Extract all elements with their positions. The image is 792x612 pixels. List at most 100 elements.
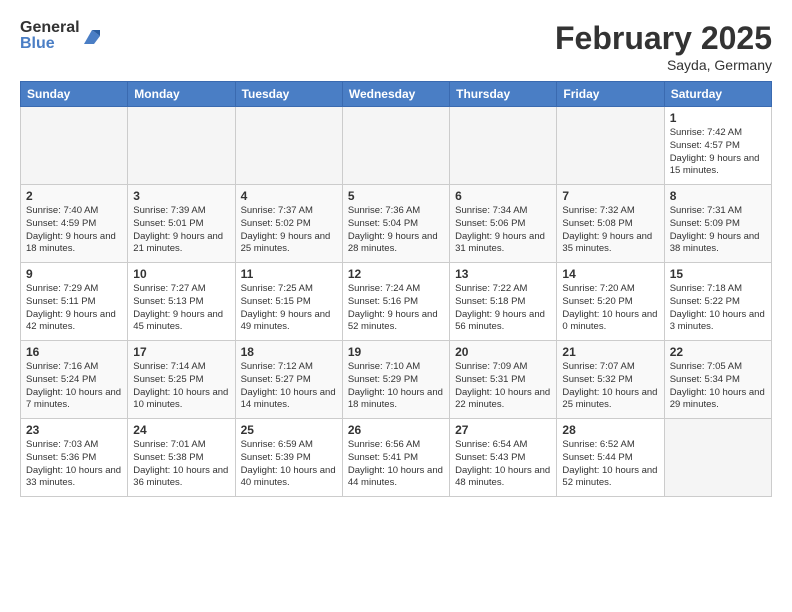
day-number: 6 xyxy=(455,189,551,203)
page: General Blue February 2025 Sayda, German… xyxy=(0,0,792,612)
day-number: 13 xyxy=(455,267,551,281)
calendar-header: SundayMondayTuesdayWednesdayThursdayFrid… xyxy=(21,82,772,107)
day-number: 9 xyxy=(26,267,122,281)
day-number: 23 xyxy=(26,423,122,437)
day-info: Sunrise: 7:25 AM Sunset: 5:15 PM Dayligh… xyxy=(241,283,337,334)
day-info: Sunrise: 7:36 AM Sunset: 5:04 PM Dayligh… xyxy=(348,205,444,256)
day-info: Sunrise: 6:52 AM Sunset: 5:44 PM Dayligh… xyxy=(562,439,658,490)
weekday-header: Wednesday xyxy=(342,82,449,107)
day-info: Sunrise: 7:18 AM Sunset: 5:22 PM Dayligh… xyxy=(670,283,766,334)
day-info: Sunrise: 7:39 AM Sunset: 5:01 PM Dayligh… xyxy=(133,205,229,256)
day-number: 4 xyxy=(241,189,337,203)
day-info: Sunrise: 7:31 AM Sunset: 5:09 PM Dayligh… xyxy=(670,205,766,256)
calendar-cell: 17 Sunrise: 7:14 AM Sunset: 5:25 PM Dayli… xyxy=(128,341,235,419)
day-number: 19 xyxy=(348,345,444,359)
calendar-cell: 25 Sunrise: 6:59 AM Sunset: 5:39 PM Dayli… xyxy=(235,419,342,497)
weekday-header: Tuesday xyxy=(235,82,342,107)
day-number: 25 xyxy=(241,423,337,437)
day-number: 1 xyxy=(670,111,766,125)
calendar-cell: 9Sunrise: 7:29 AM Sunset: 5:11 PM Daylig… xyxy=(21,263,128,341)
day-number: 18 xyxy=(241,345,337,359)
day-number: 28 xyxy=(562,423,658,437)
day-info: Sunrise: 7:27 AM Sunset: 5:13 PM Dayligh… xyxy=(133,283,229,334)
calendar-cell: 26 Sunrise: 6:56 AM Sunset: 5:41 PM Dayli… xyxy=(342,419,449,497)
calendar-cell xyxy=(21,107,128,185)
day-number: 17 xyxy=(133,345,229,359)
subtitle: Sayda, Germany xyxy=(555,57,772,73)
day-info: Sunrise: 7:24 AM Sunset: 5:16 PM Dayligh… xyxy=(348,283,444,334)
calendar-cell: 14Sunrise: 7:20 AM Sunset: 5:20 PM Dayli… xyxy=(557,263,664,341)
day-number: 15 xyxy=(670,267,766,281)
title-block: February 2025 Sayda, Germany xyxy=(555,20,772,73)
day-number: 3 xyxy=(133,189,229,203)
header: General Blue February 2025 Sayda, German… xyxy=(20,20,772,73)
calendar-cell: 13Sunrise: 7:22 AM Sunset: 5:18 PM Dayli… xyxy=(450,263,557,341)
day-number: 20 xyxy=(455,345,551,359)
calendar-cell xyxy=(664,419,771,497)
day-info: Sunrise: 7:32 AM Sunset: 5:08 PM Dayligh… xyxy=(562,205,658,256)
logo-blue: Blue xyxy=(20,36,80,52)
day-info: Sunrise: 6:59 AM Sunset: 5:39 PM Dayligh… xyxy=(241,439,337,490)
day-info: Sunrise: 7:16 AM Sunset: 5:24 PM Dayligh… xyxy=(26,361,122,412)
calendar-body: 1 Sunrise: 7:42 AM Sunset: 4:57 PM Daylig… xyxy=(21,107,772,497)
day-info: Sunrise: 7:42 AM Sunset: 4:57 PM Dayligh… xyxy=(670,127,766,178)
calendar-cell xyxy=(450,107,557,185)
day-number: 7 xyxy=(562,189,658,203)
logo-general: General xyxy=(20,20,80,36)
day-info: Sunrise: 7:09 AM Sunset: 5:31 PM Dayligh… xyxy=(455,361,551,412)
day-info: Sunrise: 7:01 AM Sunset: 5:38 PM Dayligh… xyxy=(133,439,229,490)
calendar-row: 9Sunrise: 7:29 AM Sunset: 5:11 PM Daylig… xyxy=(21,263,772,341)
calendar-cell: 19 Sunrise: 7:10 AM Sunset: 5:29 PM Dayli… xyxy=(342,341,449,419)
calendar-cell: 23 Sunrise: 7:03 AM Sunset: 5:36 PM Dayli… xyxy=(21,419,128,497)
weekday-row: SundayMondayTuesdayWednesdayThursdayFrid… xyxy=(21,82,772,107)
calendar-cell xyxy=(128,107,235,185)
calendar-row: 23 Sunrise: 7:03 AM Sunset: 5:36 PM Dayli… xyxy=(21,419,772,497)
calendar-cell: 20 Sunrise: 7:09 AM Sunset: 5:31 PM Dayli… xyxy=(450,341,557,419)
day-number: 16 xyxy=(26,345,122,359)
logo-text: General Blue xyxy=(20,20,80,52)
calendar-cell: 2Sunrise: 7:40 AM Sunset: 4:59 PM Daylig… xyxy=(21,185,128,263)
day-number: 24 xyxy=(133,423,229,437)
weekday-header: Monday xyxy=(128,82,235,107)
calendar-cell: 28 Sunrise: 6:52 AM Sunset: 5:44 PM Dayli… xyxy=(557,419,664,497)
calendar-cell: 24 Sunrise: 7:01 AM Sunset: 5:38 PM Dayli… xyxy=(128,419,235,497)
calendar-cell: 22 Sunrise: 7:05 AM Sunset: 5:34 PM Dayli… xyxy=(664,341,771,419)
day-info: Sunrise: 6:56 AM Sunset: 5:41 PM Dayligh… xyxy=(348,439,444,490)
calendar-cell xyxy=(235,107,342,185)
calendar-cell: 27Sunrise: 6:54 AM Sunset: 5:43 PM Dayli… xyxy=(450,419,557,497)
day-info: Sunrise: 7:03 AM Sunset: 5:36 PM Dayligh… xyxy=(26,439,122,490)
day-info: Sunrise: 7:34 AM Sunset: 5:06 PM Dayligh… xyxy=(455,205,551,256)
day-number: 22 xyxy=(670,345,766,359)
weekday-header: Thursday xyxy=(450,82,557,107)
calendar-cell: 1 Sunrise: 7:42 AM Sunset: 4:57 PM Daylig… xyxy=(664,107,771,185)
calendar: SundayMondayTuesdayWednesdayThursdayFrid… xyxy=(20,81,772,497)
calendar-cell: 10 Sunrise: 7:27 AM Sunset: 5:13 PM Dayli… xyxy=(128,263,235,341)
calendar-cell: 15 Sunrise: 7:18 AM Sunset: 5:22 PM Dayli… xyxy=(664,263,771,341)
day-number: 27 xyxy=(455,423,551,437)
day-number: 12 xyxy=(348,267,444,281)
day-info: Sunrise: 7:14 AM Sunset: 5:25 PM Dayligh… xyxy=(133,361,229,412)
calendar-cell xyxy=(557,107,664,185)
calendar-row: 16 Sunrise: 7:16 AM Sunset: 5:24 PM Dayli… xyxy=(21,341,772,419)
logo: General Blue xyxy=(20,20,102,52)
day-number: 2 xyxy=(26,189,122,203)
weekday-header: Friday xyxy=(557,82,664,107)
calendar-cell xyxy=(342,107,449,185)
calendar-cell: 7 Sunrise: 7:32 AM Sunset: 5:08 PM Daylig… xyxy=(557,185,664,263)
calendar-cell: 16 Sunrise: 7:16 AM Sunset: 5:24 PM Dayli… xyxy=(21,341,128,419)
month-title: February 2025 xyxy=(555,20,772,57)
day-number: 8 xyxy=(670,189,766,203)
day-info: Sunrise: 7:07 AM Sunset: 5:32 PM Dayligh… xyxy=(562,361,658,412)
day-info: Sunrise: 7:12 AM Sunset: 5:27 PM Dayligh… xyxy=(241,361,337,412)
calendar-cell: 4Sunrise: 7:37 AM Sunset: 5:02 PM Daylig… xyxy=(235,185,342,263)
day-number: 26 xyxy=(348,423,444,437)
day-info: Sunrise: 7:10 AM Sunset: 5:29 PM Dayligh… xyxy=(348,361,444,412)
calendar-cell: 5 Sunrise: 7:36 AM Sunset: 5:04 PM Daylig… xyxy=(342,185,449,263)
calendar-cell: 18 Sunrise: 7:12 AM Sunset: 5:27 PM Dayli… xyxy=(235,341,342,419)
day-number: 11 xyxy=(241,267,337,281)
day-info: Sunrise: 7:05 AM Sunset: 5:34 PM Dayligh… xyxy=(670,361,766,412)
calendar-row: 1 Sunrise: 7:42 AM Sunset: 4:57 PM Daylig… xyxy=(21,107,772,185)
day-number: 5 xyxy=(348,189,444,203)
weekday-header: Saturday xyxy=(664,82,771,107)
day-number: 10 xyxy=(133,267,229,281)
